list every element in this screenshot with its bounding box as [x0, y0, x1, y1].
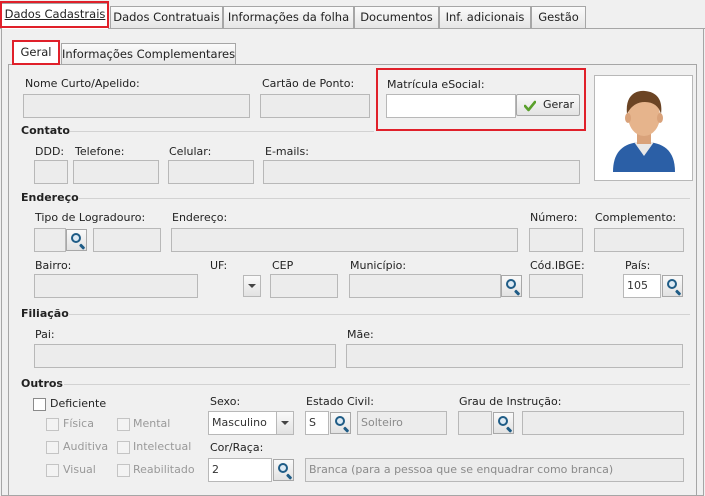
fisica-label: Física — [63, 417, 94, 430]
celular-label: Celular: — [169, 145, 212, 158]
intelectual-checkbox[interactable] — [117, 441, 130, 454]
tab-informacoes-da-folha[interactable]: Informações da folha — [223, 6, 354, 28]
nome-curto-input[interactable] — [23, 94, 250, 118]
endereco-label: Endereço: — [172, 211, 228, 224]
pais-label: País: — [625, 259, 651, 272]
fisica-checkbox[interactable] — [46, 418, 59, 431]
telefone-input[interactable] — [73, 160, 159, 184]
municipio-input[interactable] — [349, 274, 501, 298]
estado-civil-label: Estado Civil: — [306, 395, 375, 408]
tab-label: Dados Cadastrais — [4, 7, 106, 21]
pais-code-input[interactable]: 105 — [623, 274, 661, 298]
tab-geral[interactable]: Geral — [13, 41, 59, 65]
tipo-logradouro-label: Tipo de Logradouro: — [35, 211, 146, 224]
telefone-label: Telefone: — [75, 145, 125, 158]
pais-search-button[interactable] — [662, 275, 683, 297]
uf-label: UF: — [210, 259, 228, 272]
intelectual-label: Intelectual — [133, 440, 192, 453]
matricula-esocial-input[interactable] — [386, 94, 516, 118]
cep-label: CEP — [272, 259, 294, 272]
mental-checkbox[interactable] — [117, 418, 130, 431]
grau-instrucao-label: Grau de Instrução: — [459, 395, 562, 408]
matricula-esocial-label: Matrícula eSocial: — [387, 78, 485, 91]
tab-label: Gestão — [538, 10, 579, 24]
visual-checkbox[interactable] — [46, 464, 59, 477]
grau-instrucao-desc-input — [522, 411, 684, 435]
auditiva-checkbox[interactable] — [46, 441, 59, 454]
user-avatar-icon — [609, 84, 679, 175]
tab-dados-cadastrais[interactable]: Dados Cadastrais — [1, 3, 109, 29]
chevron-down-icon — [281, 421, 289, 425]
outros-section-title: Outros — [21, 377, 63, 390]
check-icon — [523, 99, 537, 112]
cep-input[interactable] — [270, 274, 338, 298]
estado-civil-code-input[interactable]: S — [305, 411, 329, 435]
tab-inf-adicionais[interactable]: Inf. adicionais — [439, 6, 531, 28]
auditiva-label: Auditiva — [63, 440, 109, 453]
municipio-search-button[interactable] — [501, 275, 522, 297]
tab-dados-contratuais[interactable]: Dados Contratuais — [110, 6, 223, 28]
endereco-input[interactable] — [171, 228, 518, 252]
uf-select[interactable] — [208, 274, 262, 298]
estado-civil-desc-input: Solteiro — [357, 411, 447, 435]
reabilitado-label: Reabilitado — [133, 463, 195, 476]
tab-label: Informações Complementares — [62, 47, 236, 61]
estado-civil-search-button[interactable] — [330, 412, 351, 434]
bairro-label: Bairro: — [35, 259, 72, 272]
tab-gestao[interactable]: Gestão — [531, 6, 586, 28]
tab-label: Inf. adicionais — [445, 10, 525, 24]
tipo-logradouro-desc-input[interactable] — [93, 228, 161, 252]
grau-instrucao-code-input[interactable] — [458, 411, 492, 435]
sexo-value: Masculino — [212, 416, 267, 429]
gerar-label: Gerar — [543, 98, 575, 111]
gerar-button[interactable]: Gerar — [516, 94, 580, 116]
cod-ibge-label: Cód.IBGE: — [530, 259, 585, 272]
tipo-logradouro-search-button[interactable] — [66, 229, 87, 251]
tab-documentos[interactable]: Documentos — [354, 6, 439, 28]
tab-informacoes-complementares[interactable]: Informações Complementares — [61, 43, 236, 65]
deficiente-checkbox[interactable] — [33, 398, 46, 411]
tab-label: Dados Contratuais — [113, 10, 220, 24]
mae-input[interactable] — [346, 344, 683, 368]
sexo-label: Sexo: — [210, 395, 241, 408]
tipo-logradouro-code-input[interactable] — [34, 228, 66, 252]
numero-input[interactable] — [529, 228, 583, 252]
cor-raca-search-button[interactable] — [273, 459, 294, 481]
cor-raca-desc-input: Branca (para a pessoa que se enquadrar c… — [305, 458, 684, 482]
cor-raca-label: Cor/Raça: — [210, 441, 264, 454]
numero-label: Número: — [530, 211, 578, 224]
pai-input[interactable] — [34, 344, 336, 368]
cartao-ponto-label: Cartão de Ponto: — [262, 77, 355, 90]
grau-instrucao-search-button[interactable] — [493, 412, 514, 434]
deficiente-label: Deficiente — [50, 397, 107, 410]
mental-label: Mental — [133, 417, 171, 430]
sexo-select[interactable]: Masculino — [208, 411, 294, 435]
photo-frame[interactable] — [594, 75, 693, 181]
municipio-label: Município: — [350, 259, 407, 272]
tab-label: Informações da folha — [227, 10, 350, 24]
visual-label: Visual — [63, 463, 96, 476]
cod-ibge-input[interactable] — [529, 274, 583, 298]
ddd-input[interactable] — [34, 160, 68, 184]
filiacao-section-title: Filiação — [21, 307, 69, 320]
endereco-section-title: Endereço — [21, 191, 79, 204]
tab-label: Documentos — [360, 10, 433, 24]
nome-curto-label: Nome Curto/Apelido: — [25, 77, 140, 90]
contato-section-title: Contato — [21, 124, 70, 137]
emails-label: E-mails: — [265, 145, 309, 158]
tab-label: Geral — [20, 45, 52, 59]
celular-input[interactable] — [168, 160, 254, 184]
complemento-label: Complemento: — [595, 211, 677, 224]
pai-label: Pai: — [35, 328, 55, 341]
bairro-input[interactable] — [34, 274, 198, 298]
cor-raca-code-input[interactable]: 2 — [208, 458, 272, 482]
chevron-down-icon — [248, 284, 256, 288]
mae-label: Mãe: — [347, 328, 374, 341]
ddd-label: DDD: — [35, 145, 65, 158]
cartao-ponto-input[interactable] — [260, 94, 370, 118]
emails-input[interactable] — [263, 160, 580, 184]
complemento-input[interactable] — [594, 228, 684, 252]
reabilitado-checkbox[interactable] — [117, 464, 130, 477]
